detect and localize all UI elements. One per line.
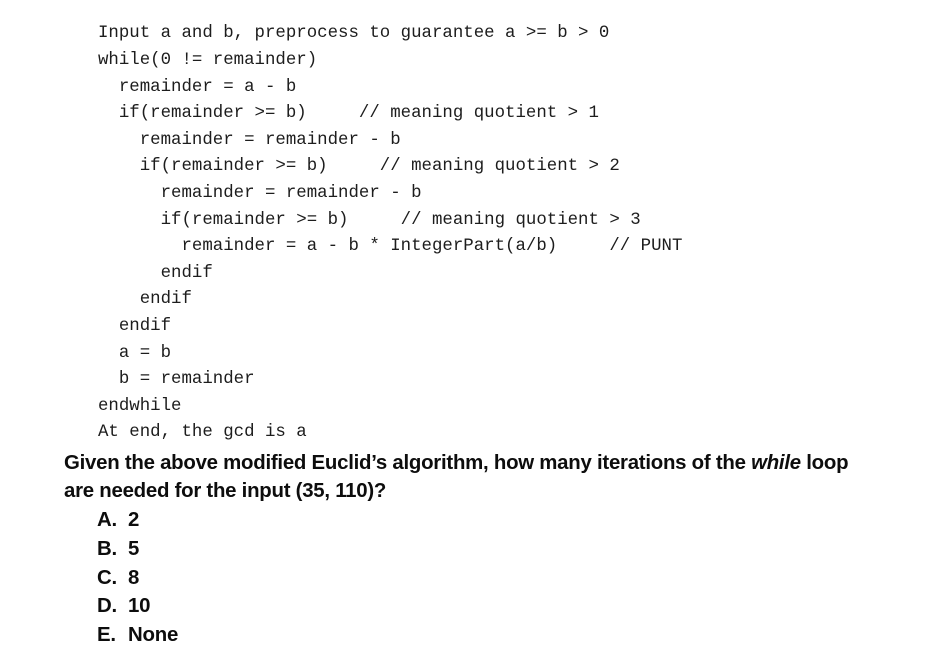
answer-option-b[interactable]: B. 5: [97, 535, 178, 564]
code-line: if(remainder >= b) // meaning quotient >…: [98, 210, 641, 230]
answer-option-a[interactable]: A. 2: [97, 506, 178, 535]
code-line: if(remainder >= b) // meaning quotient >…: [98, 104, 599, 124]
code-line: while(0 != remainder): [98, 50, 318, 70]
option-value: 2: [128, 509, 140, 531]
question-text-part-one: Given the above modified Euclid’s algori…: [64, 452, 752, 474]
option-letter: D.: [97, 595, 117, 618]
option-value: 8: [128, 566, 140, 589]
option-letter: C.: [97, 566, 117, 589]
option-value: 10: [128, 595, 151, 618]
option-letter: B.: [97, 537, 117, 560]
code-line: a = b: [98, 343, 172, 363]
answer-option-c[interactable]: C. 8: [97, 564, 178, 593]
code-line: b = remainder: [98, 370, 255, 390]
code-line: At end, the gcd is a: [98, 423, 307, 443]
code-line: remainder = remainder - b: [98, 183, 422, 203]
algorithm-pseudocode-block: Input a and b, preprocess to guarantee a…: [98, 21, 682, 447]
question-emphasis-while: while: [751, 452, 801, 474]
answer-options-list: A. 2 B. 5 C. 8 D. 10 E. None: [97, 506, 178, 650]
code-line: if(remainder >= b) // meaning quotient >…: [98, 157, 620, 177]
code-line: remainder = a - b: [98, 77, 297, 97]
code-line: endwhile: [98, 396, 182, 416]
code-line: remainder = a - b * IntegerPart(a/b) // …: [98, 237, 683, 257]
code-line: endif: [98, 290, 192, 310]
code-line: remainder = remainder - b: [98, 130, 401, 150]
option-value: 5: [128, 537, 140, 560]
answer-option-d[interactable]: D. 10: [97, 592, 178, 621]
code-line: endif: [98, 263, 213, 283]
option-letter: A.: [97, 509, 117, 531]
code-line: Input a and b, preprocess to guarantee a…: [98, 24, 610, 44]
question-prompt: Given the above modified Euclid’s algori…: [64, 449, 854, 505]
code-line: endif: [98, 316, 172, 336]
